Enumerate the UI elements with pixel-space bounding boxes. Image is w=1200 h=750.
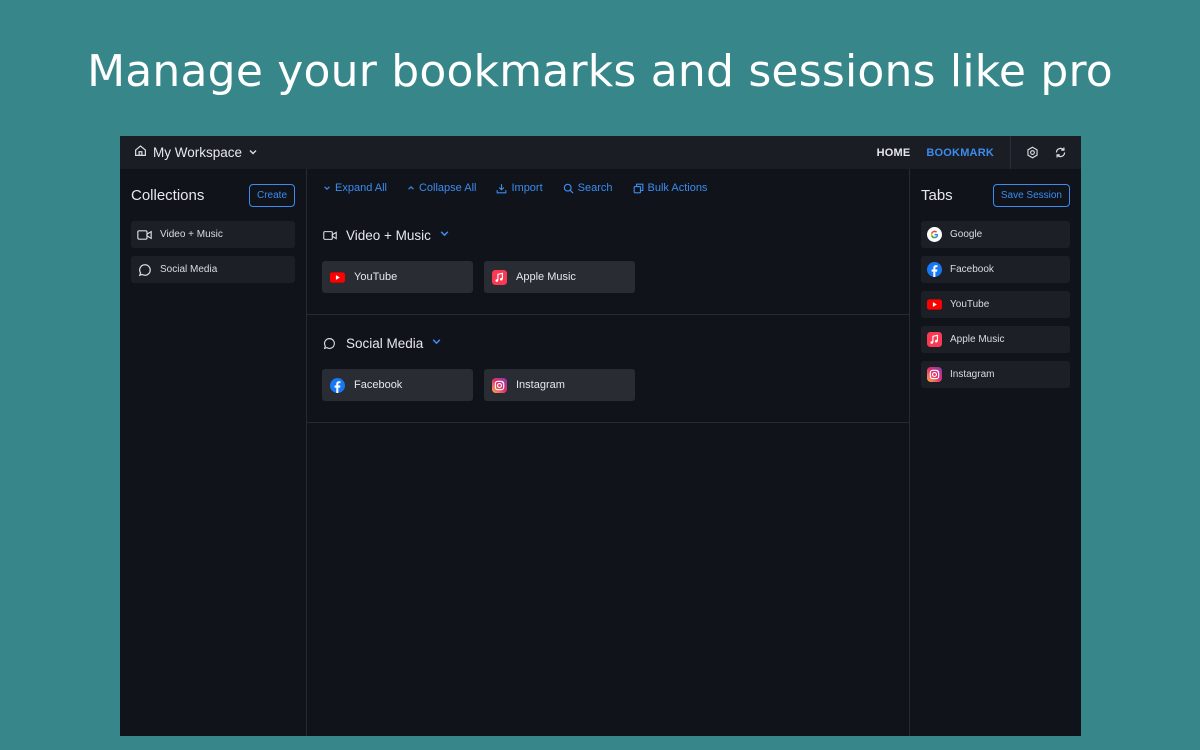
group-header[interactable]: Social Media [322, 315, 909, 369]
collections-title: Collections [131, 186, 205, 204]
search-icon [563, 183, 574, 194]
hero-title: Manage your bookmarks and sessions like … [87, 46, 1113, 97]
bookmark-label: Instagram [516, 379, 565, 391]
tab-label: Instagram [950, 369, 995, 380]
nav-bookmark[interactable]: BOOKMARK [926, 147, 994, 159]
nav-home[interactable]: HOME [877, 147, 911, 159]
chevron-down-icon [323, 184, 331, 192]
youtube-icon [927, 297, 942, 312]
bookmark-group-video-music: Video + Music YouTube Apple Music [307, 207, 909, 315]
collections-header: Collections Create [120, 169, 306, 221]
expand-all-button[interactable]: Expand All [323, 182, 387, 194]
bookmark-label: Facebook [354, 379, 403, 391]
tab-label: Facebook [950, 264, 994, 275]
tab-item-google[interactable]: Google [921, 221, 1070, 248]
collapse-all-label: Collapse All [418, 182, 477, 194]
search-label: Search [577, 182, 613, 194]
bookmark-toolbar: Expand All Collapse All Import Search Bu… [307, 169, 909, 207]
apple-music-icon [927, 332, 942, 347]
tab-item-instagram[interactable]: Instagram [921, 361, 1070, 388]
bookmark-cards: YouTube Apple Music [322, 261, 909, 293]
apple-music-icon [492, 269, 507, 285]
save-session-button[interactable]: Save Session [992, 183, 1070, 207]
create-collection-button[interactable]: Create [248, 183, 295, 207]
instagram-icon [492, 377, 507, 393]
tabs-title: Tabs [921, 186, 953, 204]
youtube-icon [330, 270, 345, 285]
download-icon [496, 183, 507, 194]
facebook-icon [927, 262, 942, 277]
collection-item-social-media[interactable]: Social Media [131, 256, 295, 283]
bookmark-card-apple-music[interactable]: Apple Music [484, 261, 635, 293]
tabs-header: Tabs Save Session [910, 169, 1081, 221]
bookmark-cards: Facebook Instagram [322, 369, 909, 401]
tab-item-facebook[interactable]: Facebook [921, 256, 1070, 283]
workspace-name: My Workspace [153, 145, 243, 160]
collection-item-label: Social Media [160, 264, 218, 275]
chevron-up-icon [407, 184, 415, 192]
tab-label: Apple Music [950, 334, 1005, 345]
collections-panel: Collections Create Video + Music Social … [120, 169, 307, 736]
expand-all-label: Expand All [335, 182, 387, 194]
chevron-down-icon [248, 144, 258, 162]
sync-icon[interactable] [1053, 146, 1067, 160]
tabs-panel: Tabs Save Session Google Facebook YouTub… [909, 169, 1081, 736]
app-window: My Workspace HOME BOOKMARK Collections C… [120, 136, 1081, 736]
chat-bubble-icon [322, 336, 337, 351]
bookmark-card-instagram[interactable]: Instagram [484, 369, 635, 401]
instagram-icon [927, 367, 942, 382]
facebook-icon [330, 377, 345, 393]
bookmark-group-social-media: Social Media Facebook Instagram [307, 315, 909, 423]
bookmarks-area: Expand All Collapse All Import Search Bu… [307, 169, 909, 736]
copy-stack-icon [633, 183, 644, 194]
settings-gear-icon[interactable] [1025, 146, 1039, 160]
bookmark-label: Apple Music [516, 271, 576, 283]
chevron-down-icon[interactable] [431, 334, 442, 352]
tab-item-youtube[interactable]: YouTube [921, 291, 1070, 318]
bulk-actions-button[interactable]: Bulk Actions [633, 182, 708, 194]
group-name: Video + Music [346, 227, 431, 243]
bookmark-label: YouTube [354, 271, 398, 283]
group-header[interactable]: Video + Music [322, 207, 909, 261]
video-icon [137, 227, 152, 242]
search-button[interactable]: Search [563, 182, 613, 194]
home-icon [134, 144, 147, 162]
tab-item-apple-music[interactable]: Apple Music [921, 326, 1070, 353]
import-label: Import [511, 182, 543, 194]
import-button[interactable]: Import [496, 182, 543, 194]
group-name: Social Media [346, 335, 424, 351]
top-bar: My Workspace HOME BOOKMARK [120, 136, 1081, 169]
collapse-all-button[interactable]: Collapse All [407, 182, 476, 194]
collection-item-video-music[interactable]: Video + Music [131, 221, 295, 248]
bulk-actions-label: Bulk Actions [647, 182, 708, 194]
tab-label: Google [950, 229, 983, 240]
top-nav: HOME BOOKMARK [877, 136, 1081, 169]
chevron-down-icon[interactable] [439, 226, 450, 244]
chat-bubble-icon [137, 262, 152, 277]
workspace-selector[interactable]: My Workspace [134, 144, 258, 162]
nav-divider [1010, 136, 1011, 169]
bookmark-card-youtube[interactable]: YouTube [322, 261, 473, 293]
google-icon [927, 227, 942, 242]
video-icon [322, 228, 337, 243]
collection-item-label: Video + Music [160, 229, 223, 240]
bookmark-card-facebook[interactable]: Facebook [322, 369, 473, 401]
tab-label: YouTube [950, 299, 990, 310]
